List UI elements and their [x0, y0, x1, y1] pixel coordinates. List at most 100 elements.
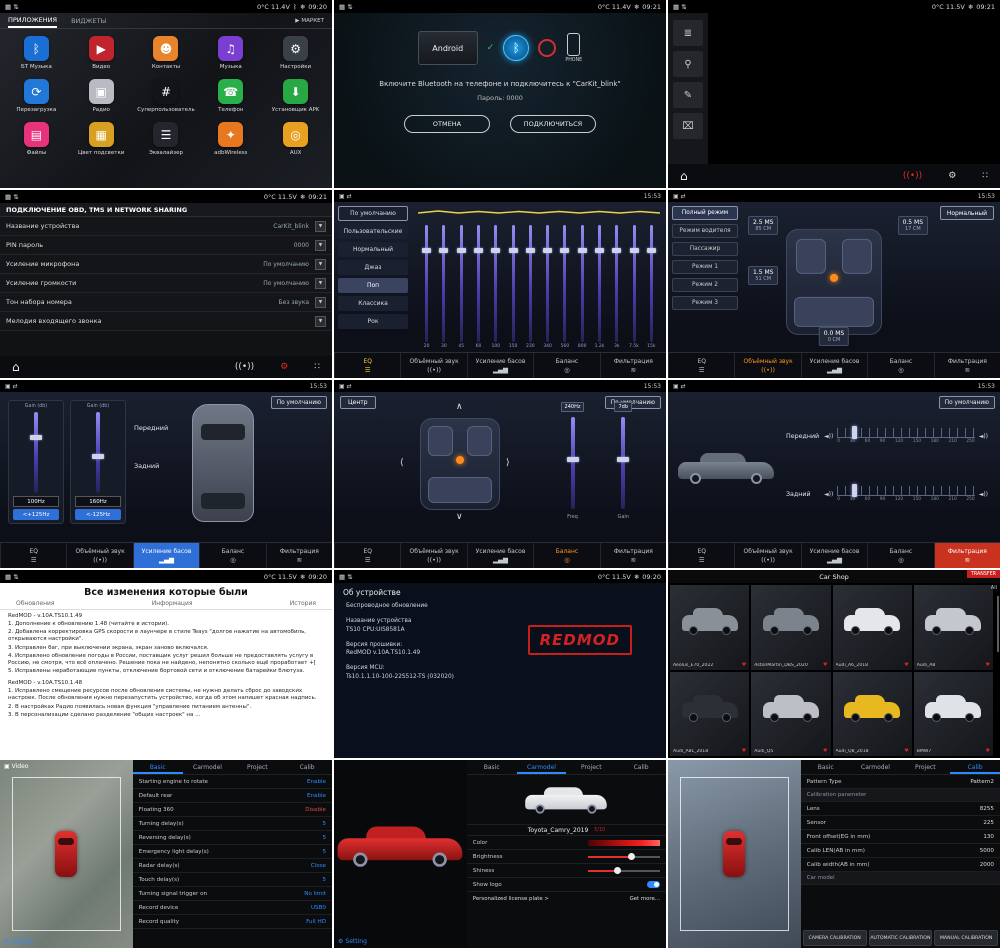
audio-tab[interactable]: Объёмный звук ((•)): [66, 543, 132, 568]
eq-band-slider[interactable]: 150: [504, 225, 521, 352]
car-item[interactable]: Audi_A8L_2018 ♥: [670, 672, 749, 757]
settings-row[interactable]: Calib LEN(AB in mm) 5000: [801, 844, 1000, 858]
app-icon[interactable]: ◎ AUX: [263, 122, 328, 156]
default-button[interactable]: По умолчанию: [939, 396, 995, 409]
setting-value[interactable]: Disable: [305, 807, 326, 813]
balance-point-dot[interactable]: [456, 456, 464, 464]
heart-icon[interactable]: ♥: [742, 748, 746, 754]
eq-preset[interactable]: Рок: [338, 314, 408, 329]
audio-tab[interactable]: Баланс ◎: [533, 353, 599, 378]
car-item[interactable]: Audi_A6_2018 ♥: [833, 585, 912, 670]
eq-band-slider[interactable]: 560: [556, 225, 573, 352]
settings-row[interactable]: Radar delay(s) Close: [133, 859, 332, 873]
tab-calib[interactable]: Calib: [950, 760, 1000, 774]
home-icon[interactable]: ⌂: [12, 360, 20, 374]
tab-calib[interactable]: Calib: [282, 760, 332, 774]
slider-knob[interactable]: [647, 248, 656, 253]
slider-knob[interactable]: [422, 248, 431, 253]
tab-basic[interactable]: Basic: [801, 760, 851, 774]
audio-tab[interactable]: Объёмный звук ((•)): [734, 353, 800, 378]
automatic-calibration-button[interactable]: AUTOMATIC CALIBRATION: [869, 930, 933, 946]
audio-tab[interactable]: Фильтрация ≋: [600, 543, 666, 568]
setting-value[interactable]: 5: [322, 821, 326, 827]
app-icon[interactable]: ☰ Эквалайзер: [134, 122, 199, 156]
app-icon[interactable]: ☎ Телефон: [198, 79, 263, 113]
heart-icon[interactable]: ♥: [904, 748, 908, 754]
heart-icon[interactable]: ♥: [823, 662, 827, 668]
setting-value[interactable]: Enable: [307, 779, 326, 785]
audio-tab[interactable]: Объёмный звук ((•)): [734, 543, 800, 568]
eq-band-slider[interactable]: 20: [418, 225, 435, 352]
eq-band-slider[interactable]: 15k: [643, 225, 660, 352]
eq-preset[interactable]: По умолчанию: [338, 206, 408, 221]
audio-tab[interactable]: Объёмный звук ((•)): [400, 353, 466, 378]
slider-knob[interactable]: [474, 248, 483, 253]
setting-value[interactable]: USB0: [311, 905, 326, 911]
setting-value[interactable]: Pattern2: [970, 779, 994, 785]
settings-row[interactable]: Starting engine to rotate Enable: [133, 775, 332, 789]
transfer-badge[interactable]: TRANSFER: [967, 570, 1000, 578]
seat-rear[interactable]: [794, 297, 874, 327]
settings-row[interactable]: Turning signal trigger on No limit: [133, 887, 332, 901]
audio-tab[interactable]: Усиление басов ▂▄▆: [801, 543, 867, 568]
sidebar-icon[interactable]: ⚲: [673, 51, 703, 77]
settings-row[interactable]: Тон набора номера Без звука ▼: [0, 293, 332, 312]
audio-tab[interactable]: EQ ☰: [668, 543, 734, 568]
tab-basic[interactable]: Basic: [133, 760, 183, 774]
dropdown-arrow-icon[interactable]: ▼: [315, 240, 326, 251]
dropdown-arrow-icon[interactable]: ▼: [315, 297, 326, 308]
seat-front-right[interactable]: [842, 239, 872, 274]
slider-knob[interactable]: [526, 248, 535, 253]
audio-tab[interactable]: Усиление басов ▂▄▆: [133, 543, 199, 568]
audio-tab[interactable]: EQ ☰: [334, 543, 400, 568]
radio-broadcast-icon[interactable]: ((•)): [903, 171, 922, 181]
eq-preset[interactable]: Классика: [338, 296, 408, 311]
arrow-right-icon[interactable]: ⟩: [506, 458, 510, 468]
settings-row[interactable]: Lens 8255: [801, 802, 1000, 816]
setting-label[interactable]: ⚙ Setting: [4, 938, 33, 945]
mode-button[interactable]: Режим 2: [672, 278, 738, 292]
audio-tab[interactable]: Фильтрация ≋: [934, 543, 1000, 568]
settings-row[interactable]: Emergency light delay(s) 5: [133, 845, 332, 859]
app-icon[interactable]: ⟳ Перезагрузка: [4, 79, 69, 113]
car-item[interactable]: Aeolus_E70_2022 ♥: [670, 585, 749, 670]
tab-updates[interactable]: Обновления: [16, 600, 55, 607]
shiness-slider[interactable]: [588, 870, 660, 872]
slider-knob[interactable]: [628, 853, 635, 860]
slider-knob[interactable]: [491, 248, 500, 253]
car-item[interactable]: AstonMartin_DBS_2020 ♥: [751, 585, 830, 670]
setting-value[interactable]: Close: [311, 863, 326, 869]
mode-button[interactable]: Полный режим: [672, 206, 738, 220]
dropdown-arrow-icon[interactable]: ▼: [315, 221, 326, 232]
video-label[interactable]: ▣ Video: [4, 763, 28, 770]
rear-frequency-step-button[interactable]: <-125Hz: [75, 509, 121, 520]
pattern-type-row[interactable]: Pattern Type Pattern2: [801, 775, 1000, 789]
hotspot-icon[interactable]: ((•)): [235, 362, 254, 372]
settings-gear-icon[interactable]: ⚙: [280, 362, 288, 372]
show-logo-row[interactable]: Show logo: [467, 878, 666, 892]
mode-button[interactable]: Режим водителя: [672, 224, 738, 238]
heart-icon[interactable]: ♥: [742, 662, 746, 668]
app-grid-icon[interactable]: ∷: [982, 171, 988, 181]
eq-band-slider[interactable]: 230: [522, 225, 539, 352]
tab-project[interactable]: Project: [900, 760, 950, 774]
front-frequency-step-button[interactable]: <+125Hz: [13, 509, 59, 520]
setting-value[interactable]: 5: [322, 835, 326, 841]
preset-button[interactable]: Нормальный: [940, 206, 994, 220]
slider-knob[interactable]: [614, 867, 621, 874]
audio-tab[interactable]: EQ ☰: [0, 543, 66, 568]
setting-value[interactable]: 5: [322, 849, 326, 855]
eq-band-slider[interactable]: 3k: [608, 225, 625, 352]
slider-track[interactable]: [571, 417, 575, 509]
app-icon[interactable]: ☻ Контакты: [134, 36, 199, 70]
tab-applications[interactable]: ПРИЛОЖЕНИЯ: [8, 13, 57, 28]
slider-knob[interactable]: [439, 248, 448, 253]
gain-slider[interactable]: [34, 412, 38, 493]
slider-knob[interactable]: [560, 248, 569, 253]
tab-calib[interactable]: Calib: [616, 760, 666, 774]
audio-tab[interactable]: Фильтрация ≋: [600, 353, 666, 378]
app-icon[interactable]: ✦ adbWireless: [198, 122, 263, 156]
market-link[interactable]: ▶ МАРКЕТ: [295, 13, 324, 28]
eq-band-slider[interactable]: 60: [470, 225, 487, 352]
settings-row[interactable]: Record quality Full HD: [133, 915, 332, 929]
